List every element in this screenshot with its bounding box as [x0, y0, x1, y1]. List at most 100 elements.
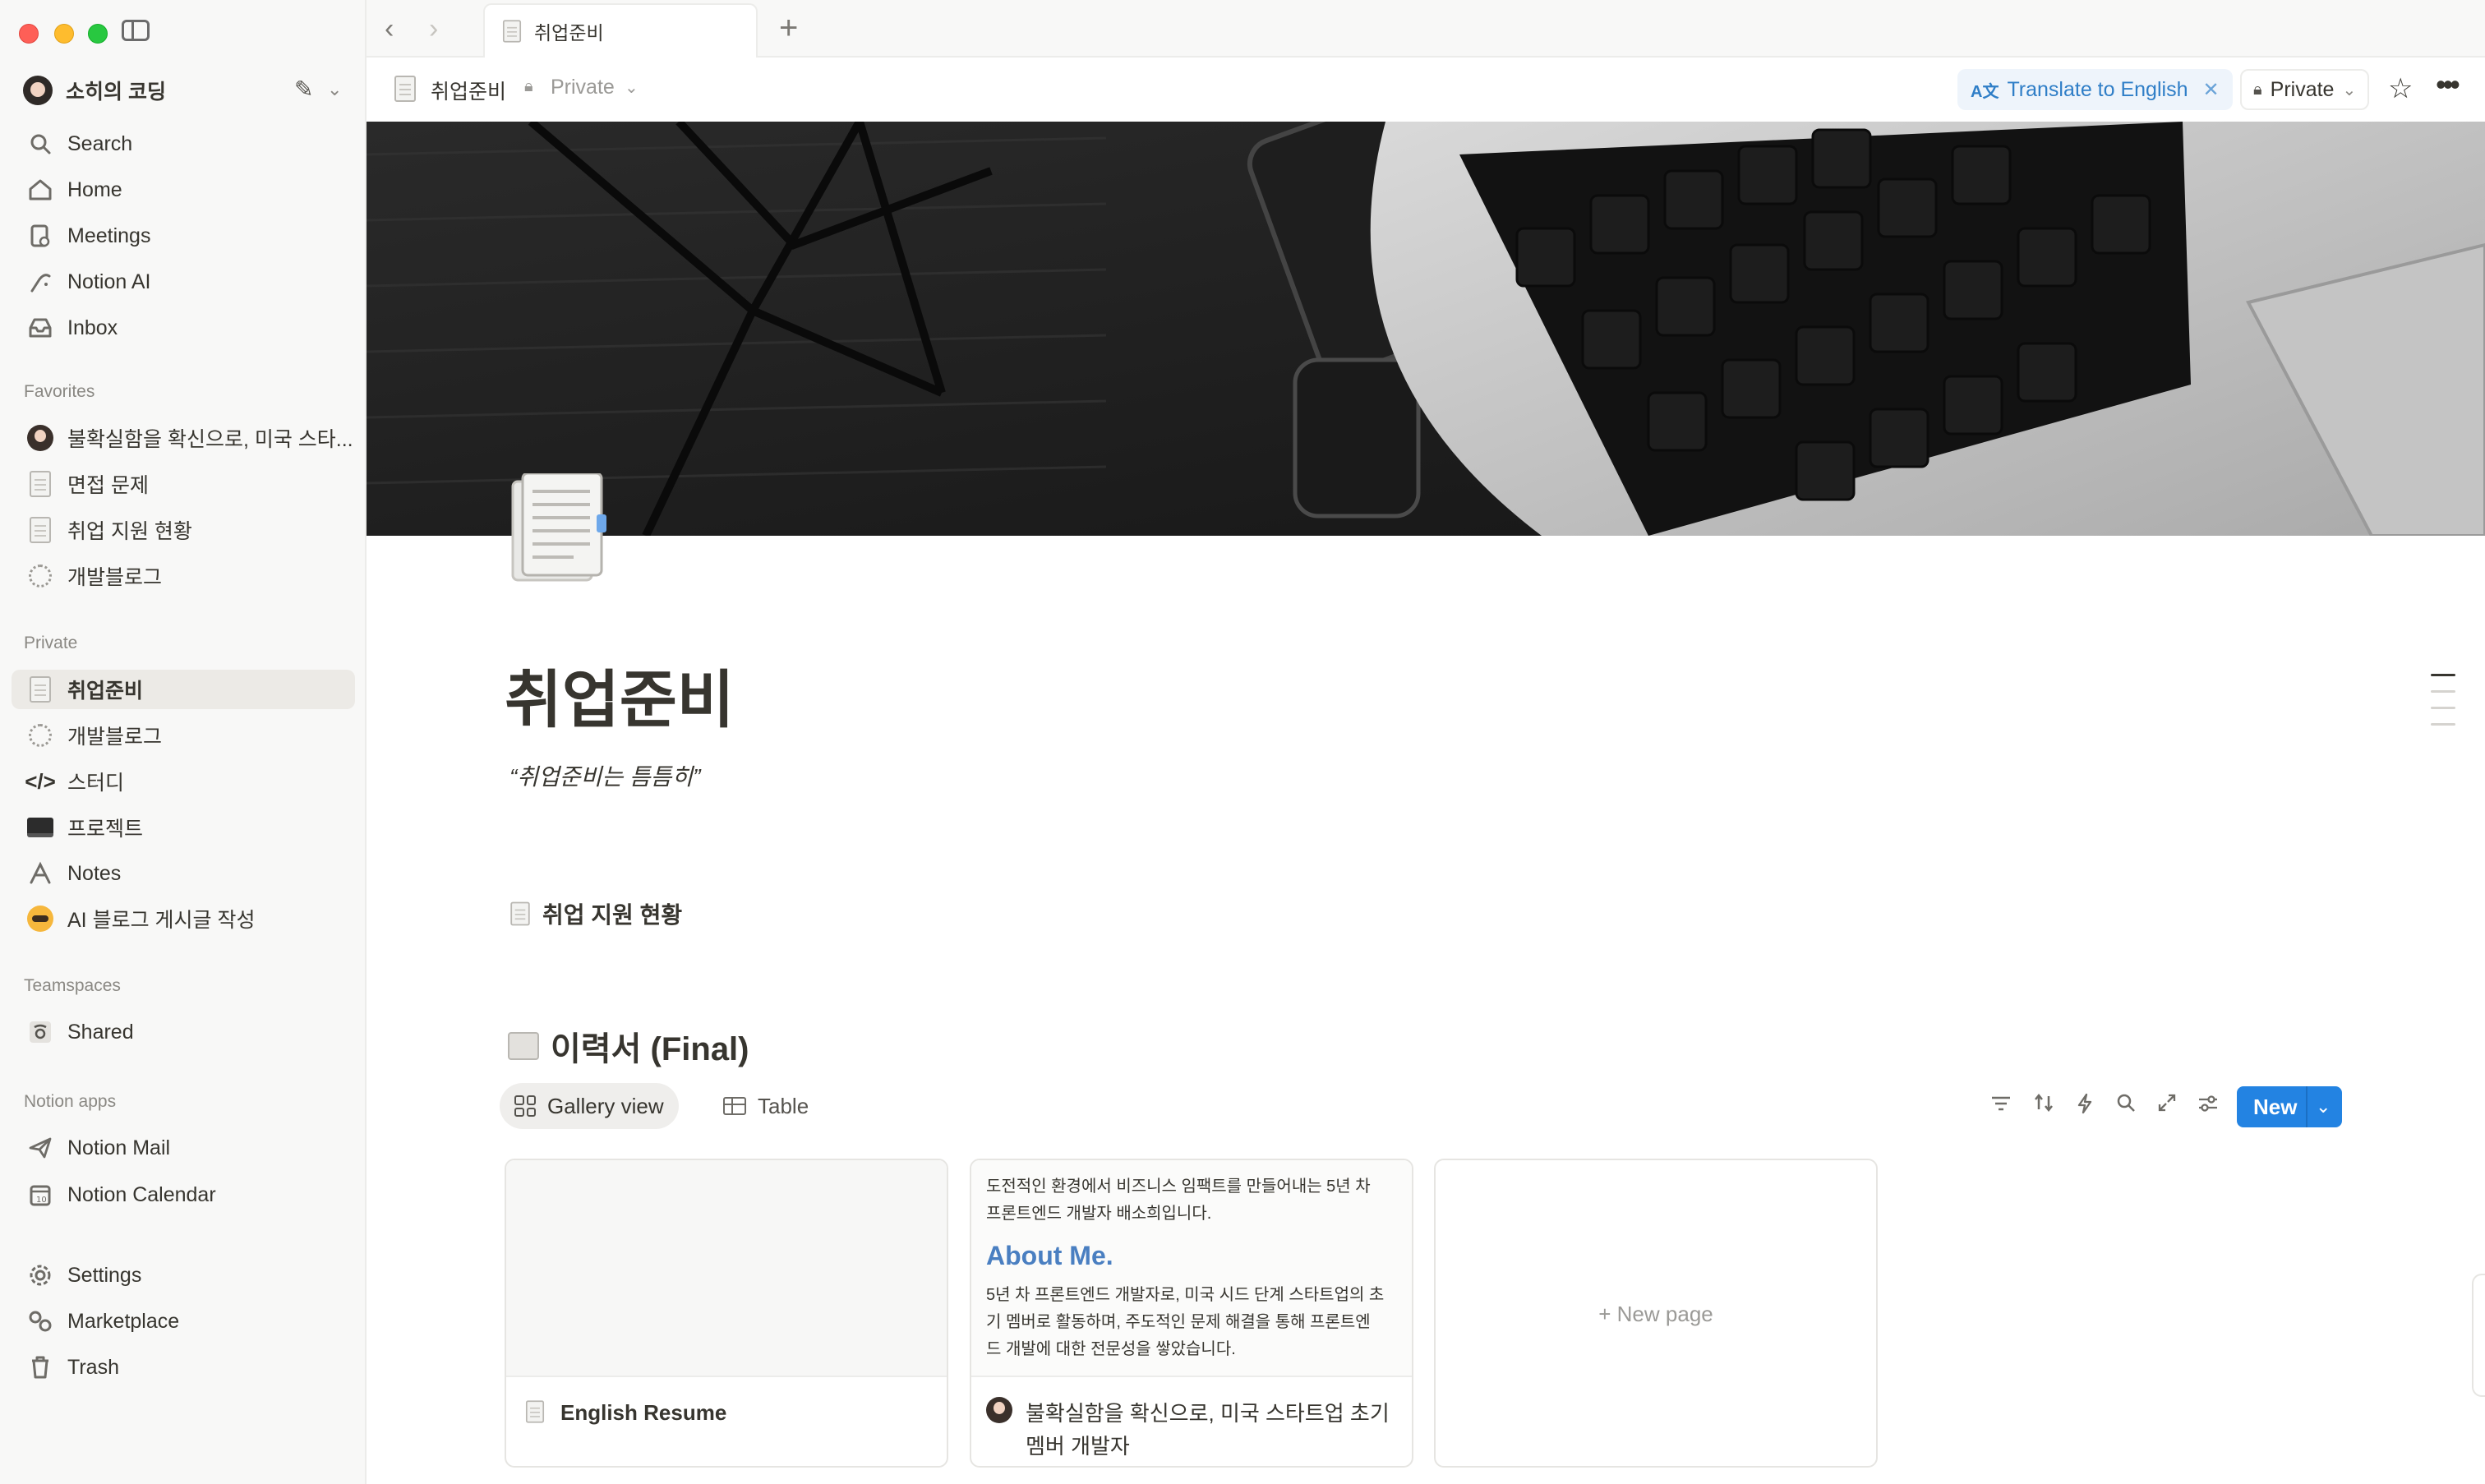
- document-glyph: [394, 76, 416, 102]
- sidebar-item-trash[interactable]: Trash: [12, 1348, 355, 1387]
- tab-gallery-view[interactable]: Gallery view: [500, 1083, 679, 1129]
- chevron-down-icon[interactable]: ⌄: [2316, 1096, 2331, 1118]
- page-quote[interactable]: “취업준비는 틈틈히”: [509, 759, 701, 792]
- sidebar-item-label: 프로젝트: [67, 818, 144, 841]
- filter-icon[interactable]: [1987, 1093, 2015, 1118]
- database-title[interactable]: 이력서 (Final): [508, 1022, 749, 1070]
- cover-laptop-illustration: [367, 122, 2485, 536]
- gallery-grid-icon: [514, 1095, 536, 1117]
- close-icon[interactable]: ✕: [2202, 78, 2219, 102]
- sidebar-item-project[interactable]: 프로젝트: [12, 808, 355, 847]
- favorites-section-label[interactable]: Favorites: [24, 382, 95, 402]
- loading-swirl-icon: [26, 721, 54, 749]
- sidebar-item-label: 개발블로그: [67, 566, 163, 589]
- gallery-card-english-resume[interactable]: English Resume: [505, 1159, 948, 1468]
- workspace-name: 소히의 코딩: [66, 81, 166, 104]
- back-arrow-icon[interactable]: ‹: [385, 13, 394, 45]
- sidebar-item-label: 취업준비: [67, 680, 144, 703]
- document-glyph: [30, 676, 51, 703]
- sidebar-item-shared[interactable]: Shared: [12, 1012, 355, 1052]
- settings-sliders-icon[interactable]: [2194, 1093, 2222, 1118]
- workspace-avatar: [23, 76, 53, 105]
- sidebar-item-search[interactable]: Search: [12, 124, 355, 164]
- page-document-icon[interactable]: [508, 473, 615, 588]
- new-page-button[interactable]: + New page: [1436, 1302, 1876, 1327]
- teamspaces-section-label[interactable]: Teamspaces: [24, 976, 121, 996]
- sidebar-item-favorite-story[interactable]: 불확실함을 확신으로, 미국 스타...: [12, 418, 355, 458]
- minimize-window-button[interactable]: [54, 24, 74, 44]
- expand-icon[interactable]: [2153, 1093, 2181, 1118]
- sidebar-item-settings[interactable]: Settings: [12, 1256, 355, 1295]
- private-section-label[interactable]: Private: [24, 634, 77, 653]
- forward-arrow-icon[interactable]: ›: [429, 13, 438, 45]
- tab-job-prep[interactable]: 취업준비: [483, 3, 758, 58]
- notes-icon: [26, 860, 54, 887]
- monitor-glyph: [27, 818, 53, 837]
- sidebar: 소히의 코딩 ✎ ⌄ Search Home Meetings Notion A…: [0, 0, 367, 1484]
- search-icon[interactable]: [2112, 1093, 2140, 1118]
- sidebar-toggle-icon[interactable]: [122, 20, 150, 41]
- sidebar-item-meetings[interactable]: Meetings: [12, 216, 355, 256]
- scroll-handle[interactable]: [2472, 1274, 2485, 1397]
- sidebar-item-home[interactable]: Home: [12, 170, 355, 210]
- page-title[interactable]: 취업준비: [505, 649, 735, 740]
- linked-page-application-status[interactable]: 취업 지원 현황: [509, 897, 682, 930]
- breadcrumb[interactable]: 취업준비: [431, 76, 506, 105]
- view-label: Table: [758, 1093, 809, 1118]
- toc-line: [2431, 707, 2455, 709]
- preview-text: 5년 차 프론트엔드 개발자로, 미국 시드 단계 스타트업의 초: [986, 1286, 1385, 1304]
- card-title: English Resume: [560, 1400, 727, 1425]
- sidebar-item-notion-ai[interactable]: Notion AI: [12, 262, 355, 302]
- notepad-glyph: [30, 517, 51, 543]
- table-of-contents-indicator[interactable]: [2431, 674, 2455, 740]
- cover-image[interactable]: [367, 122, 2485, 536]
- share-button[interactable]: 🔒︎ Private ⌄: [2240, 69, 2370, 110]
- sidebar-item-application-status[interactable]: 취업 지원 현황: [12, 510, 355, 550]
- translate-banner[interactable]: A文 Translate to English ✕: [1957, 69, 2233, 110]
- sidebar-item-label: 취업 지원 현황: [67, 520, 192, 543]
- new-tab-plus-icon[interactable]: +: [779, 10, 798, 47]
- database-title-label: 이력서 (Final): [551, 1031, 749, 1067]
- sidebar-item-notion-mail[interactable]: Notion Mail: [12, 1128, 355, 1168]
- close-window-button[interactable]: [19, 24, 39, 44]
- workspace-switcher[interactable]: 소히의 코딩: [23, 74, 166, 107]
- new-page-icon[interactable]: ✎: [294, 77, 320, 102]
- inbox-icon: [26, 314, 54, 342]
- sidebar-item-ai-blog-post[interactable]: AI 블로그 게시글 작성: [12, 899, 355, 938]
- tab-table-view[interactable]: Table: [708, 1083, 823, 1129]
- divider: [2306, 1086, 2308, 1127]
- chevron-down-icon[interactable]: ⌄: [625, 77, 639, 98]
- star-icon[interactable]: ☆: [2388, 72, 2413, 105]
- gallery-card-story-resume[interactable]: 도전적인 환경에서 비즈니스 임팩트를 만들어내는 5년 차 프론트엔드 개발자…: [970, 1159, 1413, 1468]
- sidebar-item-interview-questions[interactable]: 면접 문제: [12, 464, 355, 504]
- sidebar-item-inbox[interactable]: Inbox: [12, 308, 355, 348]
- fullscreen-window-button[interactable]: [88, 24, 108, 44]
- chevron-down-icon[interactable]: ⌄: [327, 79, 342, 100]
- document-icon: [525, 1400, 545, 1423]
- gallery-card-new-page[interactable]: + New page: [1434, 1159, 1878, 1468]
- visibility-label[interactable]: Private: [551, 76, 615, 99]
- card-footer: English Resume: [506, 1379, 947, 1466]
- emoji-face-icon: [26, 905, 54, 933]
- preview-text: 드 개발에 대한 전문성을 쌓았습니다.: [986, 1340, 1236, 1358]
- emoji-glyph: [27, 906, 53, 932]
- sort-icon[interactable]: [2030, 1093, 2058, 1118]
- toc-line: [2431, 723, 2455, 726]
- card-preview: 도전적인 환경에서 비즈니스 임팩트를 만들어내는 5년 차 프론트엔드 개발자…: [971, 1160, 1412, 1377]
- automation-lightning-icon[interactable]: [2071, 1093, 2099, 1120]
- sidebar-item-label: AI 블로그 게시글 작성: [67, 909, 256, 932]
- sidebar-item-dev-blog[interactable]: 개발블로그: [12, 716, 355, 755]
- sidebar-item-marketplace[interactable]: Marketplace: [12, 1302, 355, 1341]
- card-footer: 불확실함을 확신으로, 미국 스타트업 초기 멤버 개발자: [971, 1379, 1412, 1466]
- translate-button[interactable]: Translate to English: [2007, 78, 2188, 102]
- more-options-icon[interactable]: •••: [2436, 67, 2460, 102]
- preview-text: 프론트엔드 개발자 배소희입니다.: [986, 1205, 1212, 1223]
- sidebar-item-dev-blog-fav[interactable]: 개발블로그: [12, 556, 355, 596]
- sidebar-item-notion-calendar[interactable]: 10 Notion Calendar: [12, 1175, 355, 1214]
- new-item-button[interactable]: New ⌄: [2237, 1086, 2342, 1127]
- sidebar-item-job-prep[interactable]: 취업준비: [12, 670, 355, 709]
- sidebar-item-study[interactable]: </> 스터디: [12, 762, 355, 801]
- share-label: Private: [2270, 77, 2335, 101]
- sidebar-item-notes[interactable]: Notes: [12, 854, 355, 893]
- sidebar-item-label: Search: [67, 131, 133, 155]
